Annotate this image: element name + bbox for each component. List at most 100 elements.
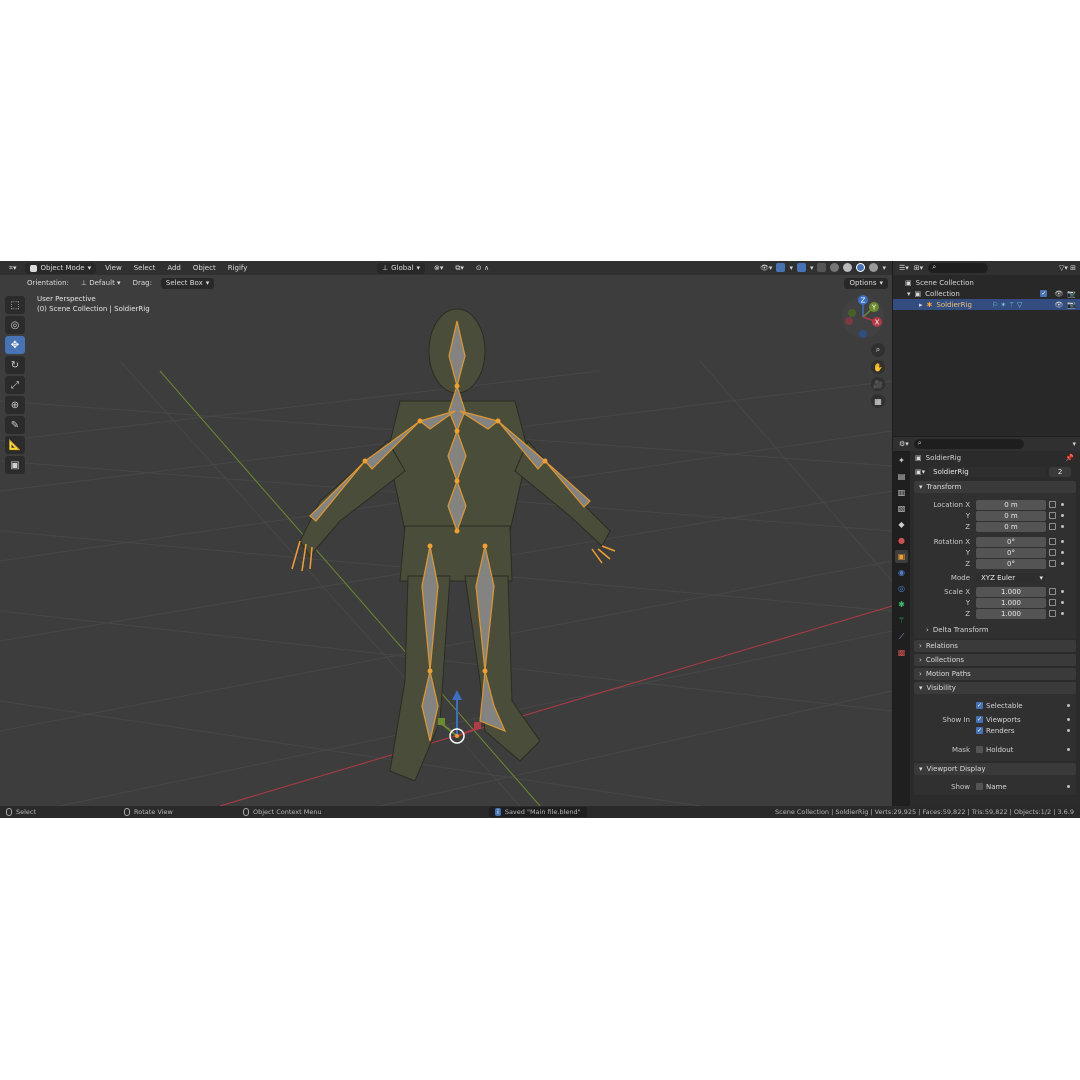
menu-object[interactable]: Object	[190, 264, 219, 272]
lock-icon[interactable]	[1049, 610, 1056, 617]
visibility-icon[interactable]: 👁▾	[760, 264, 772, 272]
lock-icon[interactable]	[1049, 560, 1056, 567]
delta-transform-subpanel[interactable]: › Delta Transform	[914, 624, 1076, 635]
menu-view[interactable]: View	[102, 264, 125, 272]
mode-selector[interactable]: Object Mode ▾	[25, 262, 97, 274]
lock-icon[interactable]	[1049, 588, 1056, 595]
selectable-checkbox[interactable]: ✓	[976, 702, 983, 709]
lock-icon[interactable]	[1049, 538, 1056, 545]
render-camera-icon[interactable]: 📷	[1067, 290, 1076, 298]
annotate-tool-icon[interactable]: ✎	[5, 416, 25, 434]
properties-search-input[interactable]: ⌕	[913, 439, 1024, 449]
bone-tab-icon[interactable]: ⟋	[895, 630, 908, 643]
eye-icon[interactable]: 👁	[1054, 301, 1063, 309]
texture-tab-icon[interactable]: ▩	[895, 646, 908, 659]
pin-icon[interactable]: 📌	[1065, 454, 1074, 462]
object-tab-icon[interactable]: ▣	[895, 550, 908, 563]
drag-dropdown[interactable]: Select Box ▾	[160, 277, 215, 289]
expand-arrow-icon[interactable]: ▸	[919, 301, 923, 309]
visibility-panel-header[interactable]: ▾ Visibility	[914, 682, 1076, 694]
xray-icon[interactable]	[817, 263, 827, 272]
physics-tab-icon[interactable]: ◎	[895, 582, 908, 595]
select-box-tool-icon[interactable]: ⬚	[5, 296, 25, 314]
transform-panel-header[interactable]: ▾ Transform	[914, 481, 1076, 493]
scale-tool-icon[interactable]: ⤢	[5, 376, 25, 394]
location-z-field[interactable]: 0 m	[976, 521, 1046, 532]
wireframe-shading-icon[interactable]	[830, 263, 840, 272]
status-saved-report[interactable]: i Saved "Main file.blend"	[489, 807, 587, 817]
tool-tab-icon[interactable]: ✦	[895, 454, 908, 467]
keyframe-dot-icon[interactable]	[1067, 785, 1070, 788]
data-tab-icon[interactable]: ⚚	[895, 614, 908, 627]
menu-select[interactable]: Select	[131, 264, 159, 272]
chevron-down-icon[interactable]: ▾	[789, 264, 793, 272]
chevron-down-icon[interactable]: ▾	[882, 264, 886, 272]
chevron-down-icon[interactable]: ▾	[1072, 440, 1076, 448]
keyframe-dot-icon[interactable]	[1067, 729, 1070, 732]
material-shading-icon[interactable]	[856, 263, 866, 272]
relations-panel-header[interactable]: › Relations	[914, 640, 1076, 652]
lock-icon[interactable]	[1049, 599, 1056, 606]
eye-icon[interactable]: 👁	[1054, 290, 1063, 298]
motion-paths-panel-header[interactable]: › Motion Paths	[914, 668, 1076, 680]
keyframe-dot-icon[interactable]	[1061, 590, 1064, 593]
users-count[interactable]: 2	[1049, 467, 1072, 477]
object-name-field[interactable]: SoldierRig	[928, 467, 1047, 477]
move-tool-icon[interactable]: ✥	[5, 336, 25, 354]
name-checkbox[interactable]	[976, 783, 983, 790]
location-x-field[interactable]: 0 m	[976, 499, 1046, 510]
rotation-mode-dropdown[interactable]: XYZ Euler ▾	[976, 572, 1046, 583]
exclude-checkbox[interactable]: ✓	[1040, 289, 1048, 297]
rotation-x-field[interactable]: 0°	[976, 536, 1046, 547]
proportional-edit-icon[interactable]: ⊙ ∧	[473, 264, 492, 272]
keyframe-dot-icon[interactable]	[1067, 704, 1070, 707]
options-dropdown[interactable]: Options ▾	[844, 277, 888, 289]
outliner-soldier-rig[interactable]: ▸ ✱ SoldierRig ⚐ ✶ ⚚ ▽ 👁 📷	[893, 299, 1080, 310]
lock-icon[interactable]	[1049, 523, 1056, 530]
keyframe-dot-icon[interactable]	[1061, 503, 1064, 506]
lock-icon[interactable]	[1049, 512, 1056, 519]
cursor-tool-icon[interactable]: ◎	[5, 316, 25, 334]
world-tab-icon[interactable]: ●	[895, 534, 908, 547]
lock-icon[interactable]	[1049, 501, 1056, 508]
overlay-toggle-icon[interactable]	[796, 263, 806, 272]
render-camera-icon[interactable]: 📷	[1067, 301, 1076, 309]
grid-perspective-icon[interactable]: ▦	[871, 394, 885, 408]
scale-z-field[interactable]: 1.000	[976, 608, 1046, 619]
rotate-tool-icon[interactable]: ↻	[5, 356, 25, 374]
move-gizmo[interactable]	[430, 686, 490, 746]
navigation-gizmo[interactable]: Z Y X	[840, 293, 886, 339]
keyframe-dot-icon[interactable]	[1067, 718, 1070, 721]
viewports-checkbox[interactable]: ✓	[976, 716, 983, 723]
output-tab-icon[interactable]: ▥	[895, 486, 908, 499]
zoom-icon[interactable]: ⌕	[871, 343, 885, 357]
editor-type-icon[interactable]: ⚙▾	[899, 440, 909, 448]
collections-panel-header[interactable]: › Collections	[914, 654, 1076, 666]
rotation-z-field[interactable]: 0°	[976, 558, 1046, 569]
filter-icon[interactable]: ▽▾ ⊞	[1059, 264, 1076, 272]
transform-tool-icon[interactable]: ⊕	[5, 396, 25, 414]
add-cube-tool-icon[interactable]: ▣	[5, 456, 25, 474]
render-tab-icon[interactable]: ▤	[895, 470, 908, 483]
display-mode-icon[interactable]: ⊞▾	[914, 264, 923, 272]
gizmo-toggle-icon[interactable]	[776, 263, 786, 272]
menu-add[interactable]: Add	[164, 264, 184, 272]
rendered-shading-icon[interactable]	[869, 263, 879, 272]
keyframe-dot-icon[interactable]	[1061, 551, 1064, 554]
transform-orientation-dropdown[interactable]: ⊥ Global ▾	[377, 262, 425, 274]
modifier-tab-icon[interactable]: ◉	[895, 566, 908, 579]
outliner-scene-collection[interactable]: ▣ Scene Collection	[893, 277, 1080, 288]
orientation-dropdown[interactable]: ⊥ Default ▾	[78, 279, 124, 287]
holdout-checkbox[interactable]	[976, 746, 983, 753]
renders-checkbox[interactable]: ✓	[976, 727, 983, 734]
keyframe-dot-icon[interactable]	[1061, 601, 1064, 604]
keyframe-dot-icon[interactable]	[1061, 540, 1064, 543]
outliner-collection[interactable]: ▾ ▣ Collection ✓ 👁 📷	[893, 288, 1080, 299]
location-y-field[interactable]: 0 m	[976, 510, 1046, 521]
rotation-y-field[interactable]: 0°	[976, 547, 1046, 558]
collapse-arrow-icon[interactable]: ▾	[907, 290, 911, 298]
keyframe-dot-icon[interactable]	[1061, 612, 1064, 615]
outliner-search-input[interactable]: ⌕	[928, 263, 989, 273]
keyframe-dot-icon[interactable]	[1061, 525, 1064, 528]
keyframe-dot-icon[interactable]	[1067, 748, 1070, 751]
